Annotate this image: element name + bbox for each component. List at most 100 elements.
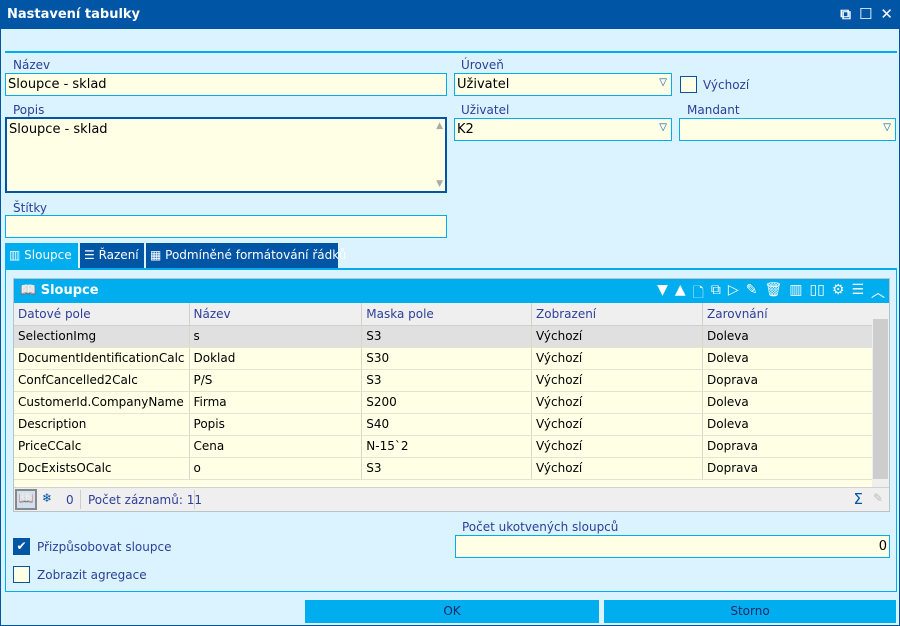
name-label: Název <box>13 58 51 72</box>
level-label: Úroveň <box>461 58 504 72</box>
table-row[interactable]: DocumentIdentificationCalc Doklad S30 Výcho… <box>14 347 873 370</box>
user-label: Uživatel <box>461 103 510 117</box>
table-cell[interactable]: PriceCCalc <box>14 435 190 458</box>
table-cell[interactable]: P/S <box>189 369 363 392</box>
default-checkbox[interactable] <box>680 76 697 93</box>
table-cell[interactable]: Doleva <box>702 391 873 414</box>
table-cell[interactable]: Popis <box>189 413 363 436</box>
table-cell[interactable]: Doprava <box>702 369 873 392</box>
tab-label: Podmíněné formátování řádků <box>165 248 347 262</box>
table-cell[interactable]: Doprava <box>702 435 873 458</box>
table-cell[interactable]: DocumentIdentificationCalc <box>14 347 190 370</box>
table-row[interactable]: ConfCancelled2Calc P/S S3 Výchozí Doprava <box>14 369 873 392</box>
ok-button[interactable]: OK <box>305 600 599 623</box>
table-cell[interactable]: Výchozí <box>531 435 703 458</box>
fit-columns-checkbox[interactable]: ✔ <box>13 538 30 555</box>
table-row[interactable]: SelectionImg s S3 Výchozí Doleva <box>14 325 873 348</box>
table-cell[interactable]: S200 <box>361 391 533 414</box>
tags-input[interactable] <box>5 215 447 238</box>
table-cell[interactable]: Doleva <box>702 413 873 436</box>
tab-razeni[interactable]: ☰ Řazení <box>80 243 144 268</box>
grid-table: Datové pole Název Maska pole Zobrazení Z… <box>14 303 873 480</box>
table-cell[interactable]: SelectionImg <box>14 325 190 348</box>
col-header[interactable]: Zobrazení <box>531 303 703 326</box>
fit-columns-label: Přizpůsobovat sloupce <box>37 540 172 554</box>
table-cell[interactable]: DocExistsOCalc <box>14 457 190 480</box>
desc-textarea[interactable]: Sloupce - sklad ▲ ▼ <box>5 117 447 193</box>
scroll-down-icon[interactable]: ▼ <box>436 179 443 189</box>
tab-label: Řazení <box>98 248 139 262</box>
anchored-label: Počet ukotvených sloupců <box>462 520 619 534</box>
scroll-up-icon[interactable]: ▲ <box>436 121 443 131</box>
table-cell[interactable]: o <box>189 457 363 480</box>
book-icon: 📖 <box>20 283 41 298</box>
table-cell[interactable]: N-15`2 <box>361 435 533 458</box>
vertical-scrollbar[interactable] <box>872 303 889 487</box>
table-cell[interactable]: S3 <box>361 325 533 348</box>
window-title: Nastavení tabulky <box>7 7 141 22</box>
cancel-button[interactable]: Storno <box>604 600 896 623</box>
table-cell[interactable]: Doleva <box>702 347 873 370</box>
desc-label: Popis <box>13 103 45 117</box>
close-icon[interactable]: ✕ <box>880 5 893 23</box>
level-select[interactable]: Uživatel ▽ <box>454 73 672 96</box>
show-aggregation-label: Zobrazit agregace <box>37 568 147 582</box>
table-row[interactable]: DocExistsOCalc o S3 Výchozí Doprava <box>14 457 873 480</box>
separator <box>194 490 195 509</box>
table-cell[interactable]: Výchozí <box>531 457 703 480</box>
table-row[interactable]: CustomerId.CompanyName Firma S200 Výchozí Do… <box>14 391 873 414</box>
col-header[interactable]: Zarovnání <box>702 303 873 326</box>
tab-sloupce[interactable]: ▥ Sloupce <box>5 243 78 268</box>
table-row[interactable]: Description Popis S40 Výchozí Doleva <box>14 413 873 436</box>
maximize-icon[interactable]: ☐ <box>859 5 872 23</box>
table-cell[interactable]: s <box>189 325 363 348</box>
dropdown-icon: ▽ <box>659 122 667 133</box>
user-value: K2 <box>457 122 474 137</box>
table-row[interactable]: PriceCCalc Cena N-15`2 Výchozí Doprava <box>14 435 873 458</box>
table-icon: ▦ <box>150 248 166 262</box>
table-cell[interactable]: Výchozí <box>531 413 703 436</box>
table-cell[interactable]: S3 <box>361 457 533 480</box>
dialog-window: Nastavení tabulky ⧉ ☐ ✕ Název Sloupce - … <box>0 0 900 626</box>
dropdown-icon: ▽ <box>883 122 891 133</box>
table-cell[interactable]: Doleva <box>702 325 873 348</box>
table-cell[interactable]: S40 <box>361 413 533 436</box>
table-cell[interactable]: Výchozí <box>531 347 703 370</box>
show-aggregation-checkbox[interactable] <box>13 566 30 583</box>
sum-icon[interactable]: Σ <box>854 490 863 508</box>
edit-disabled-icon: ✎ <box>872 491 883 505</box>
table-cell[interactable]: Doprava <box>702 457 873 480</box>
table-cell[interactable]: ConfCancelled2Calc <box>14 369 190 392</box>
anchored-input[interactable]: 0 <box>455 535 890 558</box>
default-label: Výchozí <box>703 78 750 92</box>
col-header[interactable]: Název <box>189 303 363 326</box>
table-cell[interactable]: Výchozí <box>531 325 703 348</box>
user-select[interactable]: K2 ▽ <box>454 118 672 141</box>
table-cell[interactable]: Cena <box>189 435 363 458</box>
divider <box>5 51 897 53</box>
table-cell[interactable]: Doklad <box>189 347 363 370</box>
table-cell[interactable]: CustomerId.CompanyName <box>14 391 190 414</box>
table-cell[interactable]: Výchozí <box>531 369 703 392</box>
record-count: Počet záznamů: 11 <box>88 493 202 507</box>
tab-podminene-formatovani[interactable]: ▦ Podmíněné formátování řádků <box>146 243 346 268</box>
mandant-select[interactable]: ▽ <box>679 118 896 141</box>
table-cell[interactable]: Firma <box>189 391 363 414</box>
col-header[interactable]: Datové pole <box>14 303 190 326</box>
table-cell[interactable]: S30 <box>361 347 533 370</box>
table-cell[interactable]: S3 <box>361 369 533 392</box>
tags-label: Štítky <box>13 201 47 215</box>
scroll-thumb[interactable] <box>873 319 888 479</box>
table-cell[interactable]: Description <box>14 413 190 436</box>
columns-grid: 📖 Sloupce ▼ ▲ 🗋 ⧉ ▷ ✎ 🗑 ▥ ▯▯ ⚙ ☰ ︿ Datov… <box>13 278 890 512</box>
table-cell[interactable]: Výchozí <box>531 391 703 414</box>
freeze-icon[interactable]: ❄ <box>42 491 52 505</box>
grid-header: 📖 Sloupce ▼ ▲ 🗋 ⧉ ▷ ✎ 🗑 ▥ ▯▯ ⚙ ☰ ︿ <box>14 279 889 303</box>
book-icon[interactable]: 📖 <box>15 489 37 510</box>
desc-value: Sloupce - sklad <box>9 122 108 137</box>
col-header[interactable]: Maska pole <box>361 303 533 326</box>
name-input[interactable]: Sloupce - sklad <box>5 73 447 96</box>
columns-icon: ▥ <box>9 248 25 262</box>
restore-icon[interactable]: ⧉ <box>840 5 851 23</box>
tab-label: Sloupce <box>24 248 72 262</box>
